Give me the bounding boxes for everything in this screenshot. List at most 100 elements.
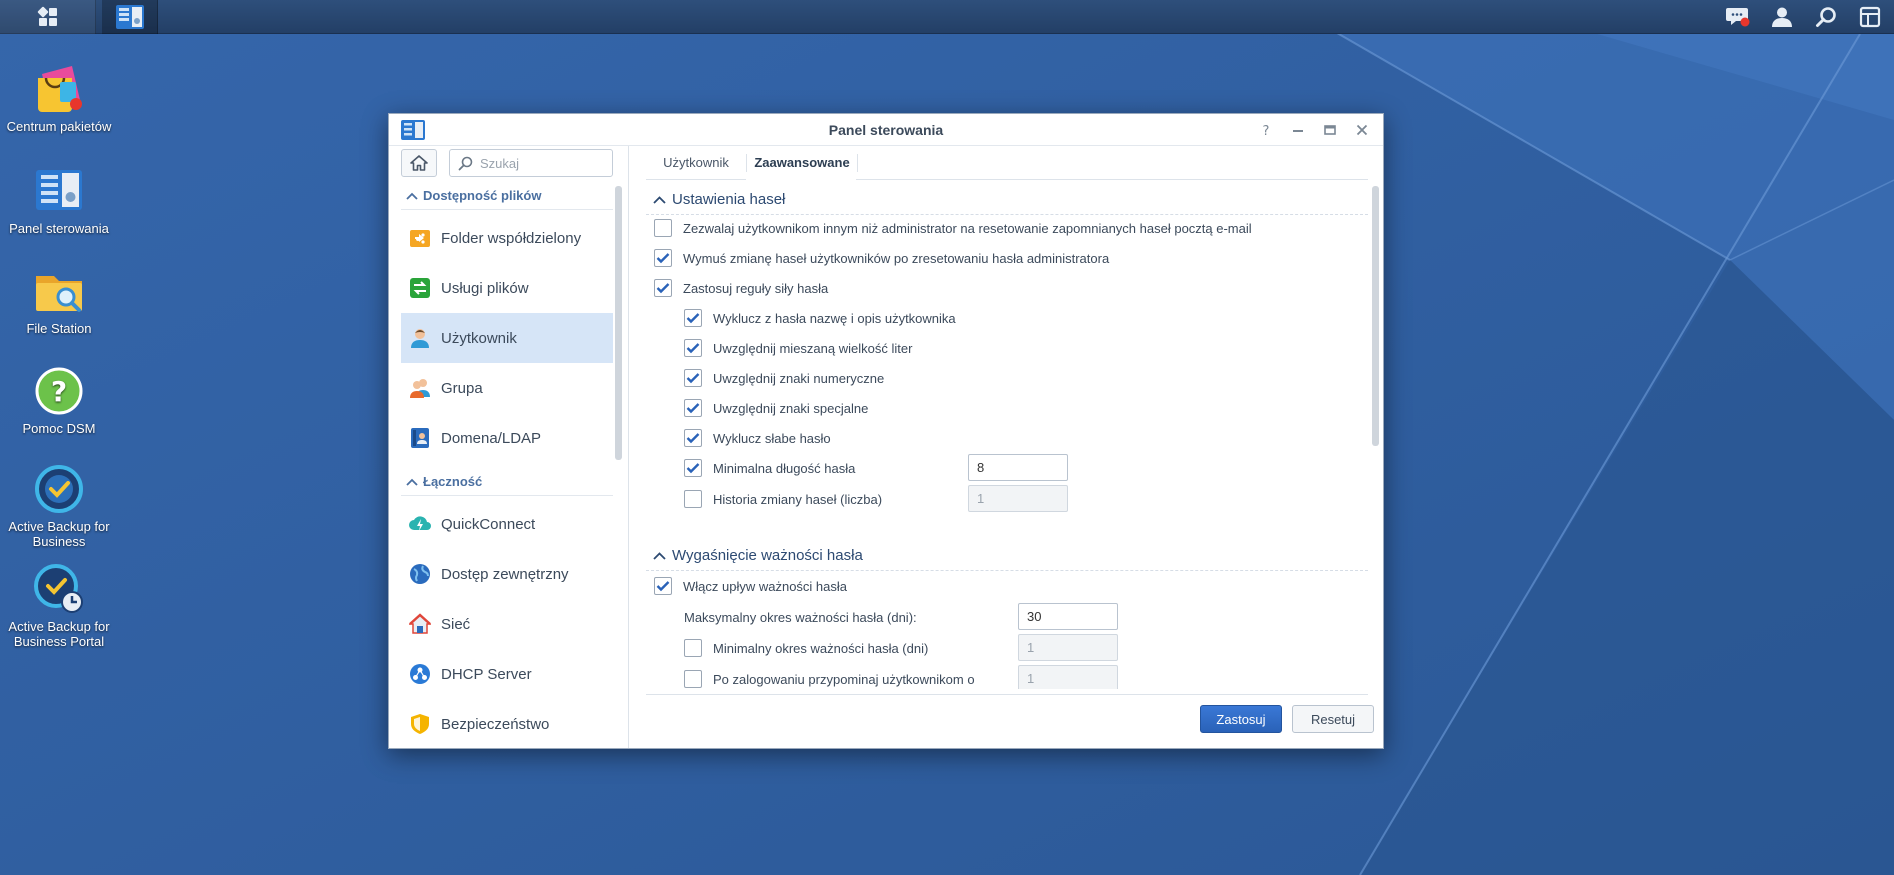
option-special-chars[interactable]: Uwzględnij znaki specjalne xyxy=(684,396,868,420)
checkmark-icon xyxy=(656,253,670,264)
max-expiry-input[interactable]: 30 xyxy=(1018,603,1118,630)
help-button[interactable]: ? xyxy=(1255,120,1277,140)
option-label: Po zalogowaniu przypominaj użytkownikom … xyxy=(713,671,975,687)
checkbox[interactable] xyxy=(684,399,702,417)
max-expiry-row: Maksymalny okres ważności hasła (dni): xyxy=(684,605,917,629)
option-strength-rules[interactable]: Zastosuj reguły siły hasła xyxy=(654,276,828,300)
taskbar-notifications[interactable] xyxy=(1716,0,1760,34)
reset-button[interactable]: Resetuj xyxy=(1292,705,1374,733)
maximize-button[interactable] xyxy=(1319,120,1341,140)
checkbox[interactable] xyxy=(684,429,702,447)
chevron-up-icon xyxy=(401,192,423,200)
control-panel-window: Panel sterowania ? Dos xyxy=(388,113,1384,749)
main-menu-button[interactable] xyxy=(0,0,96,34)
option-enable-expiry[interactable]: Włącz upływ ważności hasła xyxy=(654,574,847,598)
desktop-icon-control-panel[interactable]: Panel sterowania xyxy=(0,164,118,236)
checkbox[interactable] xyxy=(684,369,702,387)
desktop-icon-package-center[interactable]: Centrum pakietów xyxy=(0,62,118,134)
checkbox[interactable] xyxy=(684,670,702,688)
sidebar-section-file-sharing[interactable]: Dostępność plików xyxy=(401,182,613,210)
checkbox[interactable] xyxy=(654,279,672,297)
sidebar-item-user[interactable]: Użytkownik xyxy=(401,313,613,363)
option-remind-users[interactable]: Po zalogowaniu przypominaj użytkownikom … xyxy=(684,667,975,689)
checkmark-icon xyxy=(656,283,670,294)
sidebar-search[interactable] xyxy=(449,149,613,177)
close-button[interactable] xyxy=(1351,120,1373,140)
sidebar-item-external-access[interactable]: Dostęp zewnętrzny xyxy=(401,549,613,599)
tab-advanced[interactable]: Zaawansowane xyxy=(747,146,857,179)
sidebar-scrollbar[interactable] xyxy=(615,186,622,460)
shield-icon xyxy=(411,714,429,734)
desktop-icon-file-station[interactable]: File Station xyxy=(0,264,118,336)
sidebar-item-shared-folder[interactable]: Folder współdzielony xyxy=(401,213,613,263)
desktop-icon-help[interactable]: ? Pomoc DSM xyxy=(0,364,118,436)
minimize-button[interactable] xyxy=(1287,120,1309,140)
checkbox[interactable] xyxy=(684,459,702,477)
sidebar-section-title: Łączność xyxy=(423,474,483,489)
checkbox[interactable] xyxy=(684,490,702,508)
option-min-expiry[interactable]: Minimalny okres ważności hasła (dni) xyxy=(684,636,928,660)
option-exclude-username[interactable]: Wyklucz z hasła nazwę i opis użytkownika xyxy=(684,306,956,330)
active-backup-icon xyxy=(32,462,86,516)
option-exclude-weak[interactable]: Wyklucz słabe hasło xyxy=(684,426,831,450)
sidebar-item-network[interactable]: Sieć xyxy=(401,599,613,649)
password-history-input[interactable]: 1 xyxy=(968,485,1068,512)
tab-label: Zaawansowane xyxy=(754,155,850,170)
sidebar-section-connectivity[interactable]: Łączność xyxy=(401,468,613,496)
desktop-icon-active-backup[interactable]: Active Backup for Business xyxy=(0,462,118,549)
checkbox[interactable] xyxy=(684,309,702,327)
option-allow-reset-email[interactable]: Zezwalaj użytkownikom innym niż administ… xyxy=(654,216,1252,240)
option-min-length[interactable]: Minimalna długość hasła xyxy=(684,456,855,480)
minimize-icon xyxy=(1293,130,1303,132)
option-force-change[interactable]: Wymuś zmianę haseł użytkowników po zrese… xyxy=(654,246,1109,270)
checkbox[interactable] xyxy=(654,577,672,595)
content-scrollbar[interactable] xyxy=(1372,186,1379,446)
quickconnect-icon xyxy=(409,516,431,531)
taskbar-control-panel-button[interactable] xyxy=(102,0,158,34)
tab-user[interactable]: Użytkownik xyxy=(646,146,746,179)
checkbox[interactable] xyxy=(684,339,702,357)
min-length-input[interactable]: 8 xyxy=(968,454,1068,481)
taskbar-widgets[interactable] xyxy=(1848,0,1892,34)
search-icon xyxy=(1816,7,1836,27)
remind-input[interactable]: 1 xyxy=(1018,665,1118,689)
sidebar-item-quickconnect[interactable]: QuickConnect xyxy=(401,499,613,549)
search-input[interactable] xyxy=(478,154,608,172)
taskbar-user[interactable] xyxy=(1760,0,1804,34)
checkmark-icon xyxy=(686,343,700,354)
grid-icon xyxy=(37,6,57,26)
notification-icon xyxy=(1726,8,1750,27)
sidebar-item-label: DHCP Server xyxy=(441,665,532,683)
network-icon xyxy=(409,613,431,634)
checkbox[interactable] xyxy=(654,249,672,267)
package-center-icon xyxy=(32,62,86,116)
apply-button[interactable]: Zastosuj xyxy=(1200,705,1282,733)
taskbar-search[interactable] xyxy=(1804,0,1848,34)
sidebar-item-dhcp-server[interactable]: DHCP Server xyxy=(401,649,613,699)
sidebar-item-file-services[interactable]: Usługi plików xyxy=(401,263,613,313)
window-titlebar[interactable]: Panel sterowania ? xyxy=(389,114,1383,146)
desktop-icon-active-backup-portal[interactable]: Active Backup for Business Portal xyxy=(0,562,118,649)
checkbox[interactable] xyxy=(654,219,672,237)
min-expiry-input[interactable]: 1 xyxy=(1018,634,1118,661)
tab-separator xyxy=(857,154,858,172)
option-password-history[interactable]: Historia zmiany haseł (liczba) xyxy=(684,487,882,511)
checkmark-icon xyxy=(686,403,700,414)
control-panel-icon xyxy=(115,5,144,29)
sidebar-item-domain-ldap[interactable]: Domena/LDAP xyxy=(401,413,613,463)
checkbox[interactable] xyxy=(684,639,702,657)
option-label: Uwzględnij znaki numeryczne xyxy=(713,370,885,386)
desktop-icon-label: Active Backup for Business xyxy=(8,519,110,549)
option-mixed-case[interactable]: Uwzględnij mieszaną wielkość liter xyxy=(684,336,912,360)
desktop-icon-label: Panel sterowania xyxy=(9,221,109,236)
chevron-up-icon xyxy=(401,478,423,486)
taskbar xyxy=(0,0,1894,34)
section-password-settings[interactable]: Ustawienia haseł xyxy=(646,185,1368,215)
option-numeric[interactable]: Uwzględnij znaki numeryczne xyxy=(684,366,884,390)
home-button[interactable] xyxy=(401,149,437,177)
sidebar-item-security[interactable]: Bezpieczeństwo xyxy=(401,699,613,748)
sidebar-item-group[interactable]: Grupa xyxy=(401,363,613,413)
option-label: Minimalna długość hasła xyxy=(713,460,856,476)
window-title: Panel sterowania xyxy=(828,122,944,138)
section-password-expiry[interactable]: Wygaśnięcie ważności hasła xyxy=(646,541,1368,571)
